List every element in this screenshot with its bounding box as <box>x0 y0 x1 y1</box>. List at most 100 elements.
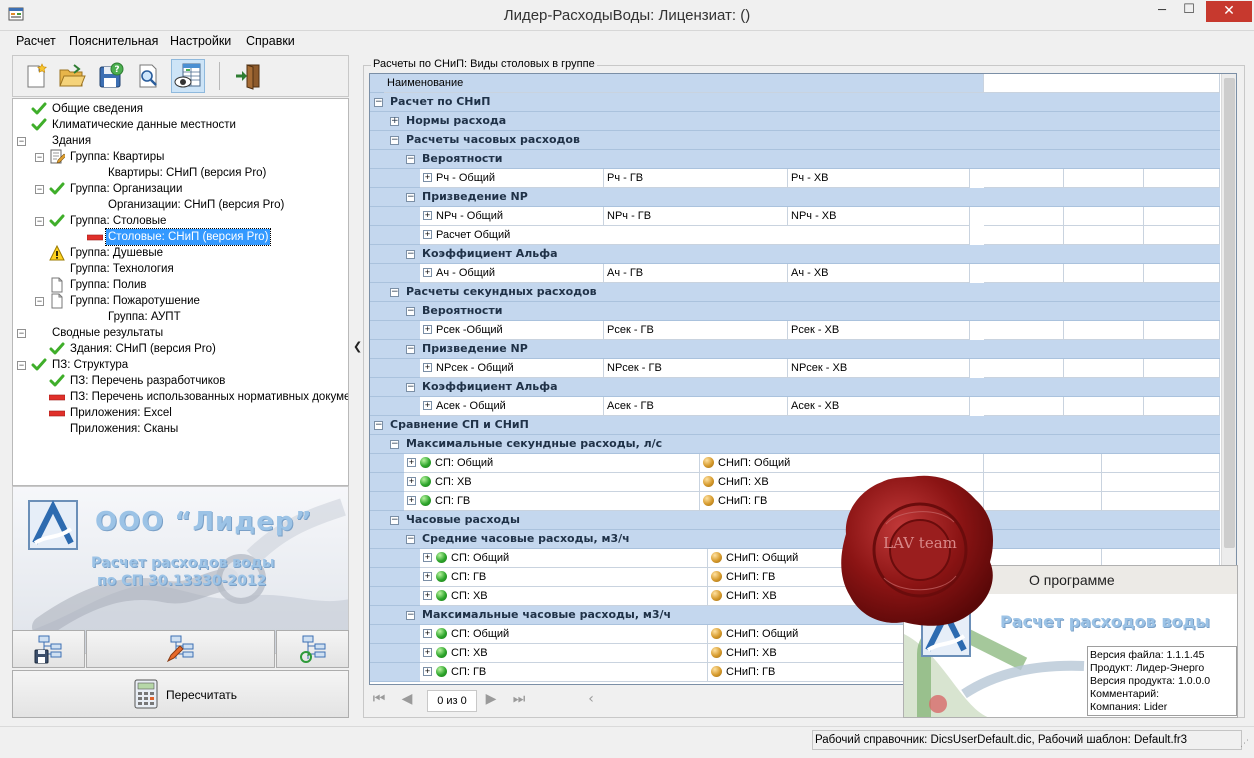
grid-row[interactable]: − Коэффициент Альфа <box>370 378 1220 397</box>
grid-group-band[interactable]: − Призведение NP <box>404 340 1220 359</box>
grid-cell[interactable]: + СП: ХВ <box>420 644 708 663</box>
tree-item[interactable]: ПЗ: Перечень использованных нормативных … <box>48 389 348 405</box>
edit-tree-button[interactable] <box>86 630 275 668</box>
expand-plus-icon[interactable]: + <box>423 400 432 410</box>
expand-plus-icon[interactable]: + <box>407 495 416 505</box>
tree-item[interactable]: Организации: СНиП (версия Pro) <box>87 197 286 213</box>
tree-item[interactable]: Группа: АУПТ <box>87 309 183 325</box>
exit-button[interactable] <box>231 59 265 93</box>
grid-value-cell[interactable] <box>1144 359 1220 378</box>
expand-toggle-icon[interactable]: − <box>406 155 415 164</box>
grid-group-band[interactable]: − Коэффициент Альфа <box>404 245 1220 264</box>
grid-cell[interactable]: + СП: Общий <box>420 625 708 644</box>
grid-cell[interactable]: + СП: Общий <box>404 454 700 473</box>
grid-row[interactable]: + СП: ХВ СНиП: ХВ <box>370 473 1220 492</box>
tree-item[interactable]: − ПЗ: Структура <box>17 357 130 373</box>
expand-plus-icon[interactable]: + <box>423 362 432 372</box>
expand-toggle-icon[interactable]: − <box>390 288 399 297</box>
grid-row[interactable]: + Нормы расхода <box>370 112 1220 131</box>
grid-value-cell[interactable] <box>1144 397 1220 416</box>
grid-row[interactable]: − Коэффициент Альфа <box>370 245 1220 264</box>
menu-help[interactable]: Справки <box>246 34 295 48</box>
expand-plus-icon[interactable]: + <box>423 172 432 182</box>
grid-row[interactable]: − Вероятности <box>370 150 1220 169</box>
grid-row[interactable]: − Часовые расходы <box>370 511 1220 530</box>
tree-item[interactable]: Здания: СНиП (версия Pro) <box>49 341 218 357</box>
grid-cell[interactable]: Рсек - ГВ <box>604 321 788 340</box>
nav-next-button[interactable]: ▶ <box>481 691 501 711</box>
grid-value-cell[interactable] <box>984 359 1064 378</box>
grid-cell[interactable]: + СП: ХВ <box>404 473 700 492</box>
tree-item[interactable]: ПЗ: Перечень разработчиков <box>49 373 227 389</box>
expand-plus-icon[interactable]: + <box>407 476 416 486</box>
grid-cell[interactable]: Рч - ГВ <box>604 169 788 188</box>
grid-row[interactable]: − Средние часовые расходы, м3/ч <box>370 530 1220 549</box>
expand-toggle-icon[interactable]: − <box>406 535 415 544</box>
grid-group-band[interactable]: + Нормы расхода <box>388 112 1220 131</box>
grid-scroll-thumb[interactable] <box>1224 78 1235 548</box>
grid-row[interactable]: + Рсек -Общий Рсек - ГВ Рсек - ХВ <box>370 321 1220 340</box>
collapse-toggle-icon[interactable]: − <box>17 329 26 338</box>
expand-plus-icon[interactable]: + <box>407 457 416 467</box>
grid-cell[interactable]: + NPч - Общий <box>420 207 604 226</box>
close-button[interactable]: ✕ <box>1206 1 1252 22</box>
refresh-tree-button[interactable] <box>276 630 349 668</box>
nav-prev-button[interactable]: ◀ <box>397 691 417 711</box>
grid-cell[interactable]: + Рч - Общий <box>420 169 604 188</box>
grid-cell[interactable]: Рч - ХВ <box>788 169 970 188</box>
expand-toggle-icon[interactable]: − <box>374 98 383 107</box>
grid-group-band[interactable]: − Коэффициент Альфа <box>404 378 1220 397</box>
tree-item[interactable]: Квартиры: СНиП (версия Pro) <box>87 165 268 181</box>
menu-calc[interactable]: Расчет <box>16 34 56 48</box>
minimize-button[interactable]: ─ <box>1148 3 1176 26</box>
grid-row[interactable]: − Расчет по СНиП <box>370 93 1220 112</box>
collapse-toggle-icon[interactable]: − <box>35 185 44 194</box>
nav-first-button[interactable]: ⏮ <box>369 691 389 711</box>
collapse-arrow-icon[interactable]: ❮ <box>353 340 362 353</box>
expand-plus-icon[interactable]: + <box>423 210 432 220</box>
grid-value-cell[interactable] <box>1144 321 1220 340</box>
maximize-button[interactable]: ☐ <box>1175 2 1203 25</box>
tree-item[interactable]: Приложения: Сканы <box>49 421 180 437</box>
grid-group-band[interactable]: − Вероятности <box>404 302 1220 321</box>
expand-toggle-icon[interactable]: − <box>406 250 415 259</box>
grid-group-band[interactable]: − Средние часовые расходы, м3/ч <box>404 530 1220 549</box>
grid-value-cell[interactable] <box>1102 492 1220 511</box>
tree-item[interactable]: Группа: Душевые <box>49 244 165 261</box>
tree-item[interactable]: − Группа: Квартиры <box>35 149 166 165</box>
grid-value-cell[interactable] <box>984 207 1064 226</box>
grid-group-band[interactable]: − Расчеты часовых расходов <box>388 131 1220 150</box>
nav-last-button[interactable]: ⏭ <box>509 691 529 711</box>
expand-plus-icon[interactable]: + <box>423 571 432 581</box>
tree-item[interactable]: Группа: Технология <box>49 261 176 277</box>
grid-row[interactable]: + NPч - Общий NPч - ГВ NPч - ХВ <box>370 207 1220 226</box>
grid-cell[interactable]: + СП: ХВ <box>420 587 708 606</box>
collapse-toggle-icon[interactable]: − <box>35 217 44 226</box>
tree-item[interactable]: − Здания <box>17 133 93 149</box>
grid-group-band[interactable]: − Призведение NP <box>404 188 1220 207</box>
grid-row[interactable]: + NPсек - Общий NPсек - ГВ NPсек - ХВ <box>370 359 1220 378</box>
tree-item[interactable]: Группа: Полив <box>49 277 149 293</box>
resize-grip-icon[interactable]: ⋰ <box>1240 739 1249 749</box>
grid-cell[interactable]: Рсек - ХВ <box>788 321 970 340</box>
grid-value-cell[interactable] <box>1064 397 1144 416</box>
grid-cell[interactable]: + СП: ГВ <box>420 568 708 587</box>
expand-toggle-icon[interactable]: − <box>406 383 415 392</box>
grid-cell[interactable]: + Ач - Общий <box>420 264 604 283</box>
grid-row[interactable]: + Рч - Общий Рч - ГВ Рч - ХВ <box>370 169 1220 188</box>
grid-value-cell[interactable] <box>984 454 1102 473</box>
grid-value-cell[interactable] <box>1064 207 1144 226</box>
project-tree[interactable]: Общие сведения Климатические данные местн… <box>12 98 349 486</box>
grid-value-cell[interactable] <box>1144 264 1220 283</box>
grid-row[interactable]: + Ач - Общий Ач - ГВ Ач - ХВ <box>370 264 1220 283</box>
tree-item[interactable]: − Группа: Пожаротушение <box>35 293 202 309</box>
grid-cell[interactable]: Ач - ХВ <box>788 264 970 283</box>
grid-row[interactable]: − Расчеты часовых расходов <box>370 131 1220 150</box>
grid-cell[interactable]: Асек - ХВ <box>788 397 970 416</box>
expand-toggle-icon[interactable]: − <box>390 516 399 525</box>
tree-item[interactable]: − Сводные результаты <box>17 325 165 341</box>
panel-splitter[interactable]: ❮ <box>350 55 362 720</box>
grid-row[interactable]: − Вероятности <box>370 302 1220 321</box>
grid-value-cell[interactable] <box>984 321 1064 340</box>
grid-value-cell[interactable] <box>1064 169 1144 188</box>
